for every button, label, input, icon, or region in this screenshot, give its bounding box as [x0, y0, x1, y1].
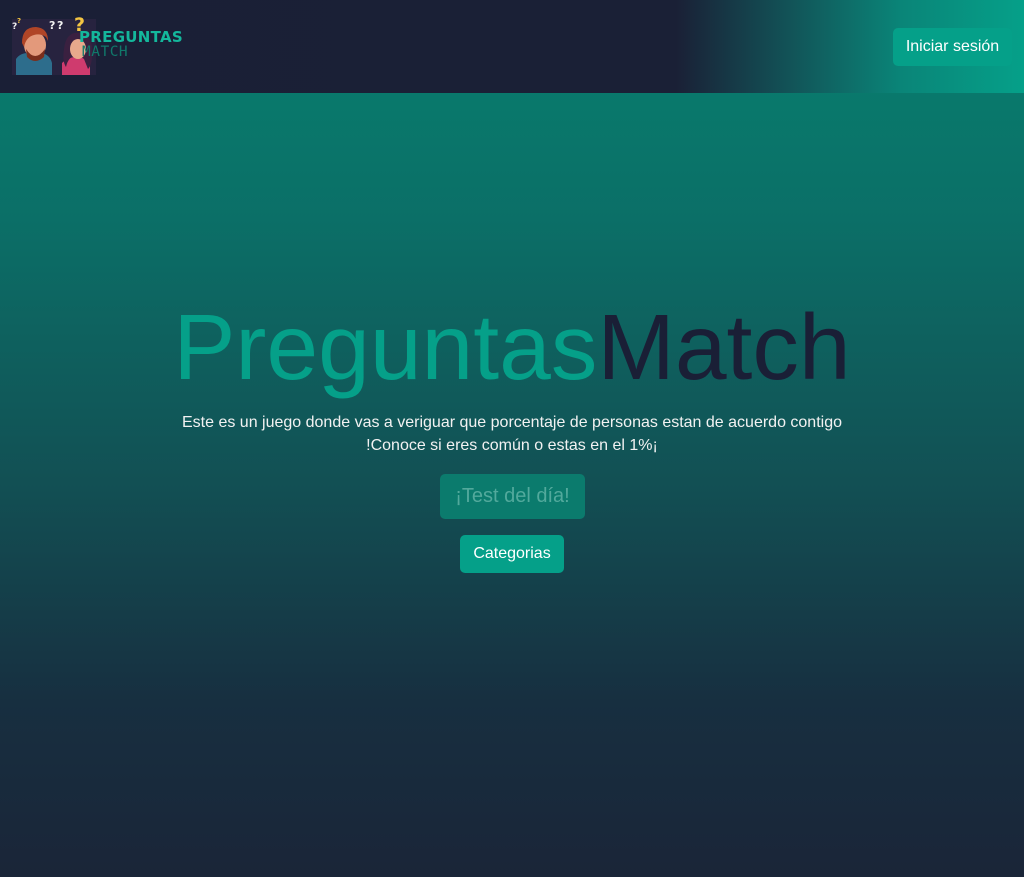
hero-description-line-1: Este es un juego donde vas a veriguar qu… [181, 414, 842, 431]
navbar: ? ? ? ? ? PREGUNTAS MATCH Iniciar sesión [0, 0, 1024, 93]
svg-text:?: ? [49, 19, 55, 32]
test-of-the-day-button[interactable]: ¡Test del día! [440, 474, 585, 519]
hero-title-match: Match [597, 295, 851, 399]
svg-text:?: ? [17, 17, 21, 25]
hero-description-line-2: !Conoce si eres común o estas en el 1%¡ [366, 437, 658, 454]
hero-title: PreguntasMatch [0, 293, 1024, 401]
hero-description: Este es un juego donde vas a veriguar qu… [0, 411, 1024, 457]
svg-text:?: ? [57, 19, 63, 32]
categories-button[interactable]: Categorias [460, 535, 564, 573]
logo[interactable]: ? ? ? ? ? PREGUNTAS MATCH [10, 15, 183, 77]
login-button[interactable]: Iniciar sesión [893, 28, 1012, 66]
logo-text-bottom: MATCH [82, 44, 129, 60]
hero-title-preguntas: Preguntas [173, 295, 598, 399]
